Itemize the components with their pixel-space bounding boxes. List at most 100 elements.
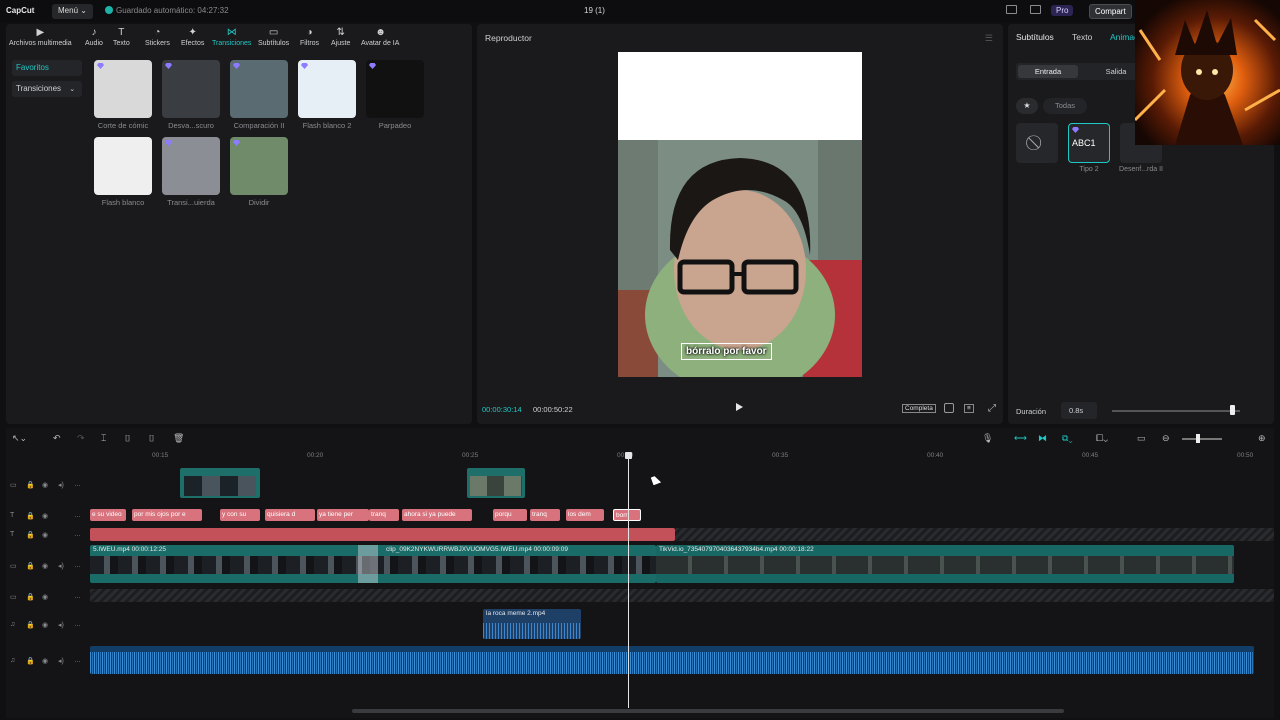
main-video-clip[interactable]: TikVid.io_7354079704036437934b4.mp4 00:0… bbox=[656, 545, 1234, 583]
tool-filters[interactable]: ◑ Filtros bbox=[300, 28, 319, 48]
overlay-clip[interactable] bbox=[180, 468, 260, 498]
audio-icon[interactable]: ◂) bbox=[58, 562, 64, 570]
visibility-icon[interactable]: ◉ bbox=[42, 657, 48, 665]
transition-thumb[interactable] bbox=[94, 60, 152, 118]
tool-sticker[interactable]: ◔ Stickers bbox=[145, 28, 170, 48]
lock-icon[interactable]: 🔒 bbox=[26, 593, 35, 601]
zoom-out-icon[interactable]: ⊖ bbox=[1162, 433, 1170, 444]
visibility-icon[interactable]: ◉ bbox=[42, 531, 48, 539]
playhead[interactable] bbox=[628, 454, 629, 708]
audio-icon[interactable]: ◂) bbox=[58, 621, 64, 629]
text-clip[interactable]: quisiera d bbox=[265, 509, 315, 521]
visibility-icon[interactable]: ◉ bbox=[42, 481, 48, 489]
split-icon[interactable]: ⌶ bbox=[101, 433, 106, 444]
tool-ai-avatar[interactable]: ☻ Avatar de IA bbox=[361, 28, 399, 48]
text-clip[interactable]: ya tiene per bbox=[317, 509, 369, 521]
transition-thumb[interactable] bbox=[298, 60, 356, 118]
more-icon[interactable]: … bbox=[74, 481, 81, 488]
visibility-icon[interactable]: ◉ bbox=[42, 512, 48, 520]
select-tool-icon[interactable]: ↖⌄ bbox=[12, 433, 27, 444]
tool-effects[interactable]: ✦ Efectos bbox=[181, 28, 204, 48]
tool-media[interactable]: ▶ Archivos multimedia bbox=[9, 28, 72, 48]
more-icon[interactable]: … bbox=[74, 531, 81, 538]
main-track-magnet-icon[interactable]: ⟷ bbox=[1014, 433, 1027, 444]
tool-transitions[interactable]: ⋈ Transiciones bbox=[212, 28, 251, 48]
audio-clip[interactable]: la roca meme 2.mp4 bbox=[483, 609, 581, 639]
transition-thumb[interactable] bbox=[94, 137, 152, 195]
transition-marker[interactable] bbox=[358, 545, 378, 583]
tab-subtitulos[interactable]: Subtítulos bbox=[1016, 32, 1054, 42]
tool-subtitles[interactable]: ▭ Subtítulos bbox=[258, 28, 289, 48]
fit-icon[interactable] bbox=[944, 403, 954, 413]
text-clip[interactable]: los dem bbox=[566, 509, 604, 521]
text-clip[interactable]: tranq bbox=[530, 509, 560, 521]
tool-adjust[interactable]: ⇅ Ajuste bbox=[331, 28, 350, 48]
lock-icon[interactable]: 🔒 bbox=[26, 562, 35, 570]
zoom-slider-handle[interactable] bbox=[1196, 434, 1200, 443]
text-template-clip[interactable] bbox=[90, 528, 675, 541]
time-ruler[interactable]: 00:1500:2000:2500:3000:3500:4000:4500:50 bbox=[90, 450, 1274, 462]
tool-text[interactable]: T Texto bbox=[113, 28, 130, 48]
track-type-icon[interactable]: ♫ bbox=[10, 621, 15, 628]
keyboard-icon[interactable] bbox=[1030, 5, 1041, 14]
menu-button[interactable]: Menú ⌄ bbox=[52, 4, 93, 19]
pro-button[interactable]: Pro bbox=[1051, 5, 1074, 16]
text-clip[interactable]: e su video bbox=[90, 509, 126, 521]
filter-todas[interactable]: Todas bbox=[1043, 98, 1087, 114]
undo-icon[interactable]: ↶ bbox=[53, 433, 61, 444]
trim-right-icon[interactable]: ⌷ bbox=[149, 433, 154, 444]
zoom-slider[interactable] bbox=[1182, 438, 1222, 440]
trim-left-icon[interactable]: ⌷ bbox=[125, 433, 130, 444]
track-type-icon[interactable]: ♫ bbox=[10, 657, 15, 664]
text-clip[interactable]: borr bbox=[613, 509, 641, 521]
menu-icon[interactable]: ☰ bbox=[985, 33, 993, 44]
track-type-icon[interactable]: ▭ bbox=[10, 593, 17, 601]
share-button[interactable]: Compart bbox=[1089, 4, 1132, 19]
visibility-icon[interactable]: ◉ bbox=[42, 593, 48, 601]
transition-thumb[interactable] bbox=[230, 137, 288, 195]
play-icon[interactable] bbox=[736, 403, 743, 411]
redo-icon[interactable]: ↷ bbox=[77, 433, 85, 444]
text-clip[interactable]: y con su bbox=[220, 509, 260, 521]
track-type-icon[interactable]: ▭ bbox=[10, 481, 17, 489]
text-clip[interactable]: por mis ojos por e bbox=[132, 509, 202, 521]
music-clip[interactable] bbox=[90, 646, 1254, 674]
fullscreen-icon[interactable]: ⤢ bbox=[988, 403, 996, 414]
visibility-icon[interactable]: ◉ bbox=[42, 562, 48, 570]
lock-icon[interactable]: 🔒 bbox=[26, 481, 35, 489]
more-icon[interactable]: … bbox=[74, 512, 81, 519]
sidebar-item-favorites[interactable]: Favoritos bbox=[12, 60, 82, 76]
track-type-icon[interactable]: ▭ bbox=[10, 562, 17, 570]
lock-icon[interactable]: 🔒 bbox=[26, 621, 35, 629]
link-icon[interactable]: ⧉⌄ bbox=[1062, 433, 1073, 444]
transition-thumb[interactable] bbox=[366, 60, 424, 118]
more-icon[interactable]: … bbox=[74, 593, 81, 600]
duration-slider[interactable] bbox=[1112, 410, 1240, 412]
no-animation-icon[interactable]: ⃠ bbox=[1016, 123, 1058, 163]
audio-icon[interactable]: ◂) bbox=[58, 657, 64, 665]
auto-snap-icon[interactable]: ⧓ bbox=[1038, 433, 1047, 444]
track-type-icon[interactable]: T bbox=[10, 512, 14, 519]
track-type-icon[interactable]: T bbox=[10, 531, 14, 538]
text-clip[interactable]: tranq bbox=[369, 509, 399, 521]
timeline-scrollbar[interactable] bbox=[352, 709, 1064, 713]
text-clip[interactable]: ahora si ya puede bbox=[402, 509, 472, 521]
star-icon[interactable]: ★ bbox=[1016, 98, 1038, 114]
ratio-button[interactable]: ≡ bbox=[964, 404, 974, 413]
caption-text[interactable]: bórralo por favor bbox=[681, 343, 772, 360]
complete-button[interactable]: Completa bbox=[902, 404, 936, 413]
preview-axis-icon[interactable]: ⧠⌄ bbox=[1096, 433, 1108, 444]
caption-icon[interactable]: ▭ bbox=[1137, 433, 1146, 444]
video-preview[interactable]: bórralo por favor bbox=[618, 52, 862, 377]
sidebar-item-transitions[interactable]: Transiciones ⌄ bbox=[12, 81, 82, 97]
lock-icon[interactable]: 🔒 bbox=[26, 512, 35, 520]
text-clip[interactable]: porqu bbox=[493, 509, 527, 521]
layout-icon[interactable] bbox=[1006, 5, 1017, 14]
visibility-icon[interactable]: ◉ bbox=[42, 621, 48, 629]
main-video-clip[interactable]: 5.IWEU.mp4 00:00:12:25 clip_09K2NYKWURRW… bbox=[90, 545, 656, 583]
transition-thumb[interactable] bbox=[162, 137, 220, 195]
tool-audio[interactable]: ♪ Audio bbox=[85, 28, 103, 48]
lock-icon[interactable]: 🔒 bbox=[26, 657, 35, 665]
lock-icon[interactable]: 🔒 bbox=[26, 531, 35, 539]
entrada-button[interactable]: Entrada bbox=[1018, 65, 1078, 78]
